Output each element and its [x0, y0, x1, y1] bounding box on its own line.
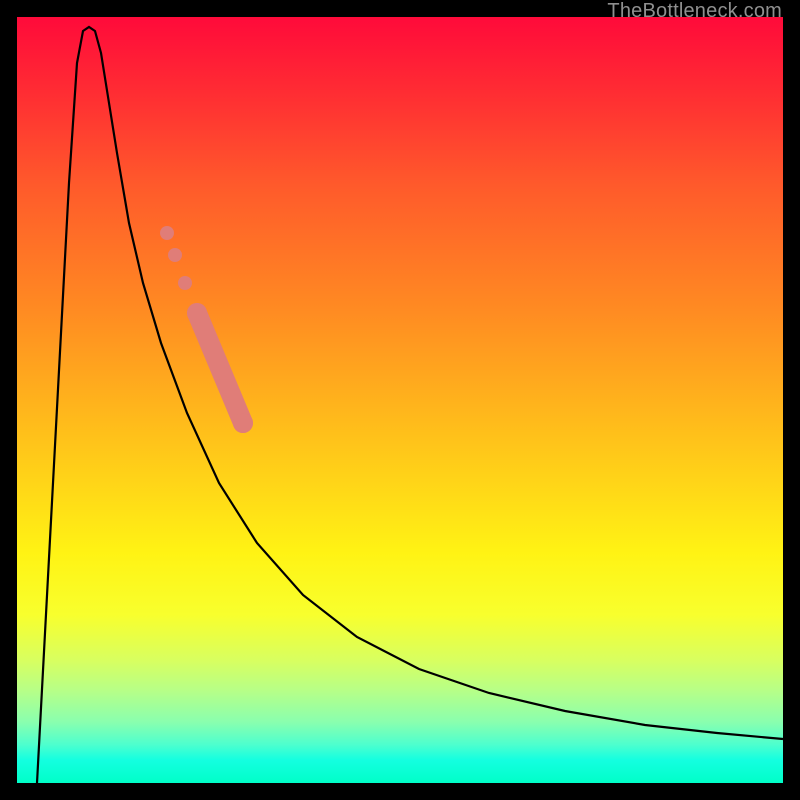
data-point [168, 248, 182, 262]
data-segment-end [233, 413, 253, 433]
plot-area [17, 17, 783, 783]
chart-svg [17, 17, 783, 783]
chart-frame: TheBottleneck.com [0, 0, 800, 800]
bottleneck-curve [37, 27, 783, 783]
highlight-segment [197, 313, 243, 423]
attribution-text: TheBottleneck.com [607, 0, 782, 22]
data-segment-start [187, 303, 207, 323]
data-point [178, 276, 192, 290]
data-point [160, 226, 174, 240]
